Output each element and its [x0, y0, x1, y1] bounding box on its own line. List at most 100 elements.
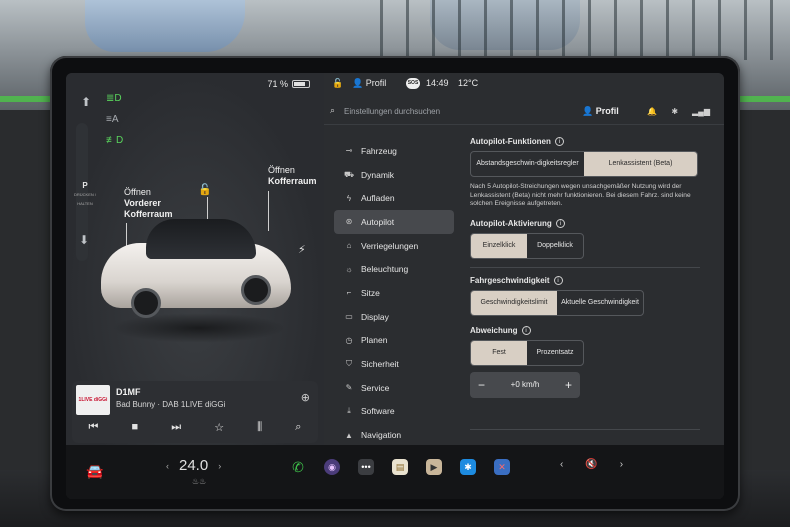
nav-item-verriegelungen[interactable]: ⌂ Verriegelungen	[334, 234, 454, 258]
more-apps-icon[interactable]: •••	[358, 459, 374, 475]
dashcam-icon[interactable]: ▶	[426, 459, 442, 475]
nav-label: Sicherheit	[361, 359, 399, 370]
lock-status-icon[interactable]: 🔓	[332, 78, 343, 89]
nav-item-planen[interactable]: ◷ Planen	[334, 329, 454, 353]
app-launcher: ✆ ◉ ••• ▤ ▶ ✱ ✕	[290, 459, 510, 475]
headlight-icon[interactable]: ≣D	[106, 93, 123, 104]
cabin-temperature[interactable]: 24.0	[179, 457, 208, 474]
frunk-label-1: Öffnen	[124, 187, 151, 197]
features-description: Nach 5 Autopilot-Streichungen wegen unsa…	[470, 183, 691, 207]
search-input[interactable]: Einstellungen durchsuchen	[344, 107, 440, 116]
car-icon: ⛟	[344, 169, 355, 179]
stop-icon[interactable]: ■	[132, 421, 139, 434]
option-distance-cruise[interactable]: Abstandsgeschwin-digkeitsregler	[471, 152, 584, 176]
nav-item-service[interactable]: ✎ Service	[334, 376, 454, 400]
unlock-icon[interactable]: 🔓	[198, 183, 212, 196]
info-icon[interactable]: i	[554, 137, 564, 146]
speed-selector: Geschwindigkeitslimit Aktuelle Geschwind…	[470, 289, 644, 316]
climate-control: ‹ 24.0 ›	[166, 457, 221, 474]
minus-icon[interactable]: −	[478, 378, 485, 392]
bluetooth-icon[interactable]: ✱	[671, 107, 678, 116]
nav-label: Display	[361, 311, 389, 322]
nav-label: Fahrzeug	[361, 145, 397, 156]
search-icon[interactable]: ⌕	[330, 105, 335, 116]
settings-header: ⌕ Einstellungen durchsuchen 👤 Profil 🔔 ✱…	[324, 99, 724, 125]
camera-icon[interactable]: ◉	[324, 459, 340, 475]
toggle-icon: ⊸	[345, 146, 353, 156]
radio-source-icon[interactable]: ⊕	[301, 391, 310, 404]
next-icon[interactable]: ⏭	[171, 421, 181, 434]
nav-item-autopilot[interactable]: ⊛ Autopilot	[334, 210, 454, 234]
mute-icon[interactable]: 🔇	[585, 459, 597, 470]
offset-title: Abweichung	[470, 325, 518, 335]
chevron-right-icon[interactable]: ›	[620, 459, 623, 470]
chevron-left-icon[interactable]: ‹	[560, 459, 563, 470]
plus-icon[interactable]: +	[565, 378, 572, 392]
background-car	[85, 0, 245, 52]
profile-button[interactable]: 👤 Profil	[582, 106, 619, 117]
option-percentage[interactable]: Prozentsatz	[527, 341, 583, 365]
equalizer-icon[interactable]: ⫼	[257, 421, 262, 434]
car-icon[interactable]: 🚘	[86, 463, 103, 480]
download-icon: ⤓	[347, 406, 351, 416]
bluetooth-app-icon[interactable]: ✱	[460, 459, 476, 475]
media-search-icon[interactable]: ⌕	[295, 421, 301, 434]
seat-heater-icon[interactable]: ♨♨	[192, 477, 206, 486]
option-double-click[interactable]: Doppelklick	[527, 234, 583, 258]
nav-item-sitze[interactable]: ⌐ Sitze	[334, 281, 454, 305]
bell-icon[interactable]: 🔔	[647, 107, 657, 116]
auto-high-beam-icon[interactable]: ≡A	[106, 114, 123, 125]
album-art[interactable]: 1LIVE diGGi	[76, 385, 110, 415]
phone-icon[interactable]: ✆	[290, 459, 306, 475]
nav-item-dynamik[interactable]: ⛟ Dynamik	[334, 163, 454, 187]
media-controls: ⏮ ■ ⏭ ☆ ⫼ ⌕	[72, 421, 318, 434]
calendar-icon[interactable]: ▤	[392, 459, 408, 475]
station-name: D1MF	[116, 387, 141, 397]
info-icon[interactable]: i	[553, 275, 563, 285]
nav-item-beleuchtung[interactable]: ☼ Beleuchtung	[334, 257, 454, 281]
settings-nav: ⊸ Fahrzeug ⛟ Dynamik ϟ Aufladen ⊛ Autopilot …	[334, 139, 454, 447]
navigation-app-icon[interactable]: ✕	[494, 459, 510, 475]
nav-label: Autopilot	[361, 216, 395, 227]
favorite-star-icon[interactable]: ☆	[214, 421, 224, 434]
option-fixed[interactable]: Fest	[471, 340, 527, 365]
gear-column: ⬆	[74, 95, 98, 109]
charge-port-icon[interactable]: ⚡	[298, 243, 306, 256]
info-icon[interactable]: i	[555, 218, 565, 228]
trunk-label-2: Kofferraum	[268, 176, 317, 186]
chevron-left-icon[interactable]: ‹	[166, 461, 169, 471]
chevron-right-icon[interactable]: ›	[218, 461, 221, 471]
section-title: Autopilot-Funktionen i	[470, 137, 700, 146]
nav-item-software[interactable]: ⤓ Software	[334, 400, 454, 424]
profile-button-label: Profil	[595, 106, 619, 116]
nav-label: Aufladen	[361, 193, 395, 204]
front-wheel	[131, 288, 161, 318]
nav-item-display[interactable]: ▭ Display	[334, 305, 454, 329]
option-current-speed[interactable]: Aktuelle Geschwindigkeit	[557, 291, 643, 315]
gear-letter: P	[82, 181, 88, 190]
trunk-open-label[interactable]: Öffnen Kofferraum	[268, 165, 317, 187]
info-icon[interactable]: i	[521, 325, 531, 335]
track-info: Bad Bunny · DAB 1LIVE diGGi	[116, 400, 226, 409]
sos-badge[interactable]: SOS	[406, 78, 420, 89]
outside-temperature: 12°C	[458, 78, 479, 88]
shield-icon: ⛉	[346, 359, 352, 369]
option-speed-limit[interactable]: Geschwindigkeitslimit	[471, 290, 557, 315]
bottom-dock: 🚘 ‹ 24.0 › ♨♨ ✆ ◉ ••• ▤ ▶ ✱ ✕ ‹ 🔇 ›	[66, 445, 724, 499]
arrow-up-icon[interactable]: ⬆	[81, 95, 91, 109]
gear-park[interactable]: P DRÜCKEN / HALTEN	[70, 181, 100, 208]
nav-item-navigation[interactable]: ▲ Navigation	[334, 423, 454, 447]
nav-item-aufladen[interactable]: ϟ Aufladen	[334, 186, 454, 210]
touchscreen: 71 % ⬆ P DRÜCKEN / HALTEN ⬇ ≣D ≡A ≢D Öff…	[66, 73, 724, 499]
section-title: Fahrgeschwindigkeit i	[470, 275, 700, 285]
fog-light-icon[interactable]: ≢D	[106, 135, 123, 146]
nav-item-sicherheit[interactable]: ⛉ Sicherheit	[334, 352, 454, 376]
profile-status[interactable]: 👤 Profil	[352, 78, 386, 89]
offset-selector: Fest Prozentsatz	[470, 339, 584, 366]
option-single-click[interactable]: Einzelklick	[471, 233, 527, 258]
option-autosteer[interactable]: Lenkassistent (Beta)	[584, 152, 697, 176]
rear-wheel	[241, 275, 271, 305]
arrow-down-icon[interactable]: ⬇	[79, 233, 89, 247]
previous-icon[interactable]: ⏮	[89, 421, 99, 434]
nav-item-fahrzeug[interactable]: ⊸ Fahrzeug	[334, 139, 454, 163]
